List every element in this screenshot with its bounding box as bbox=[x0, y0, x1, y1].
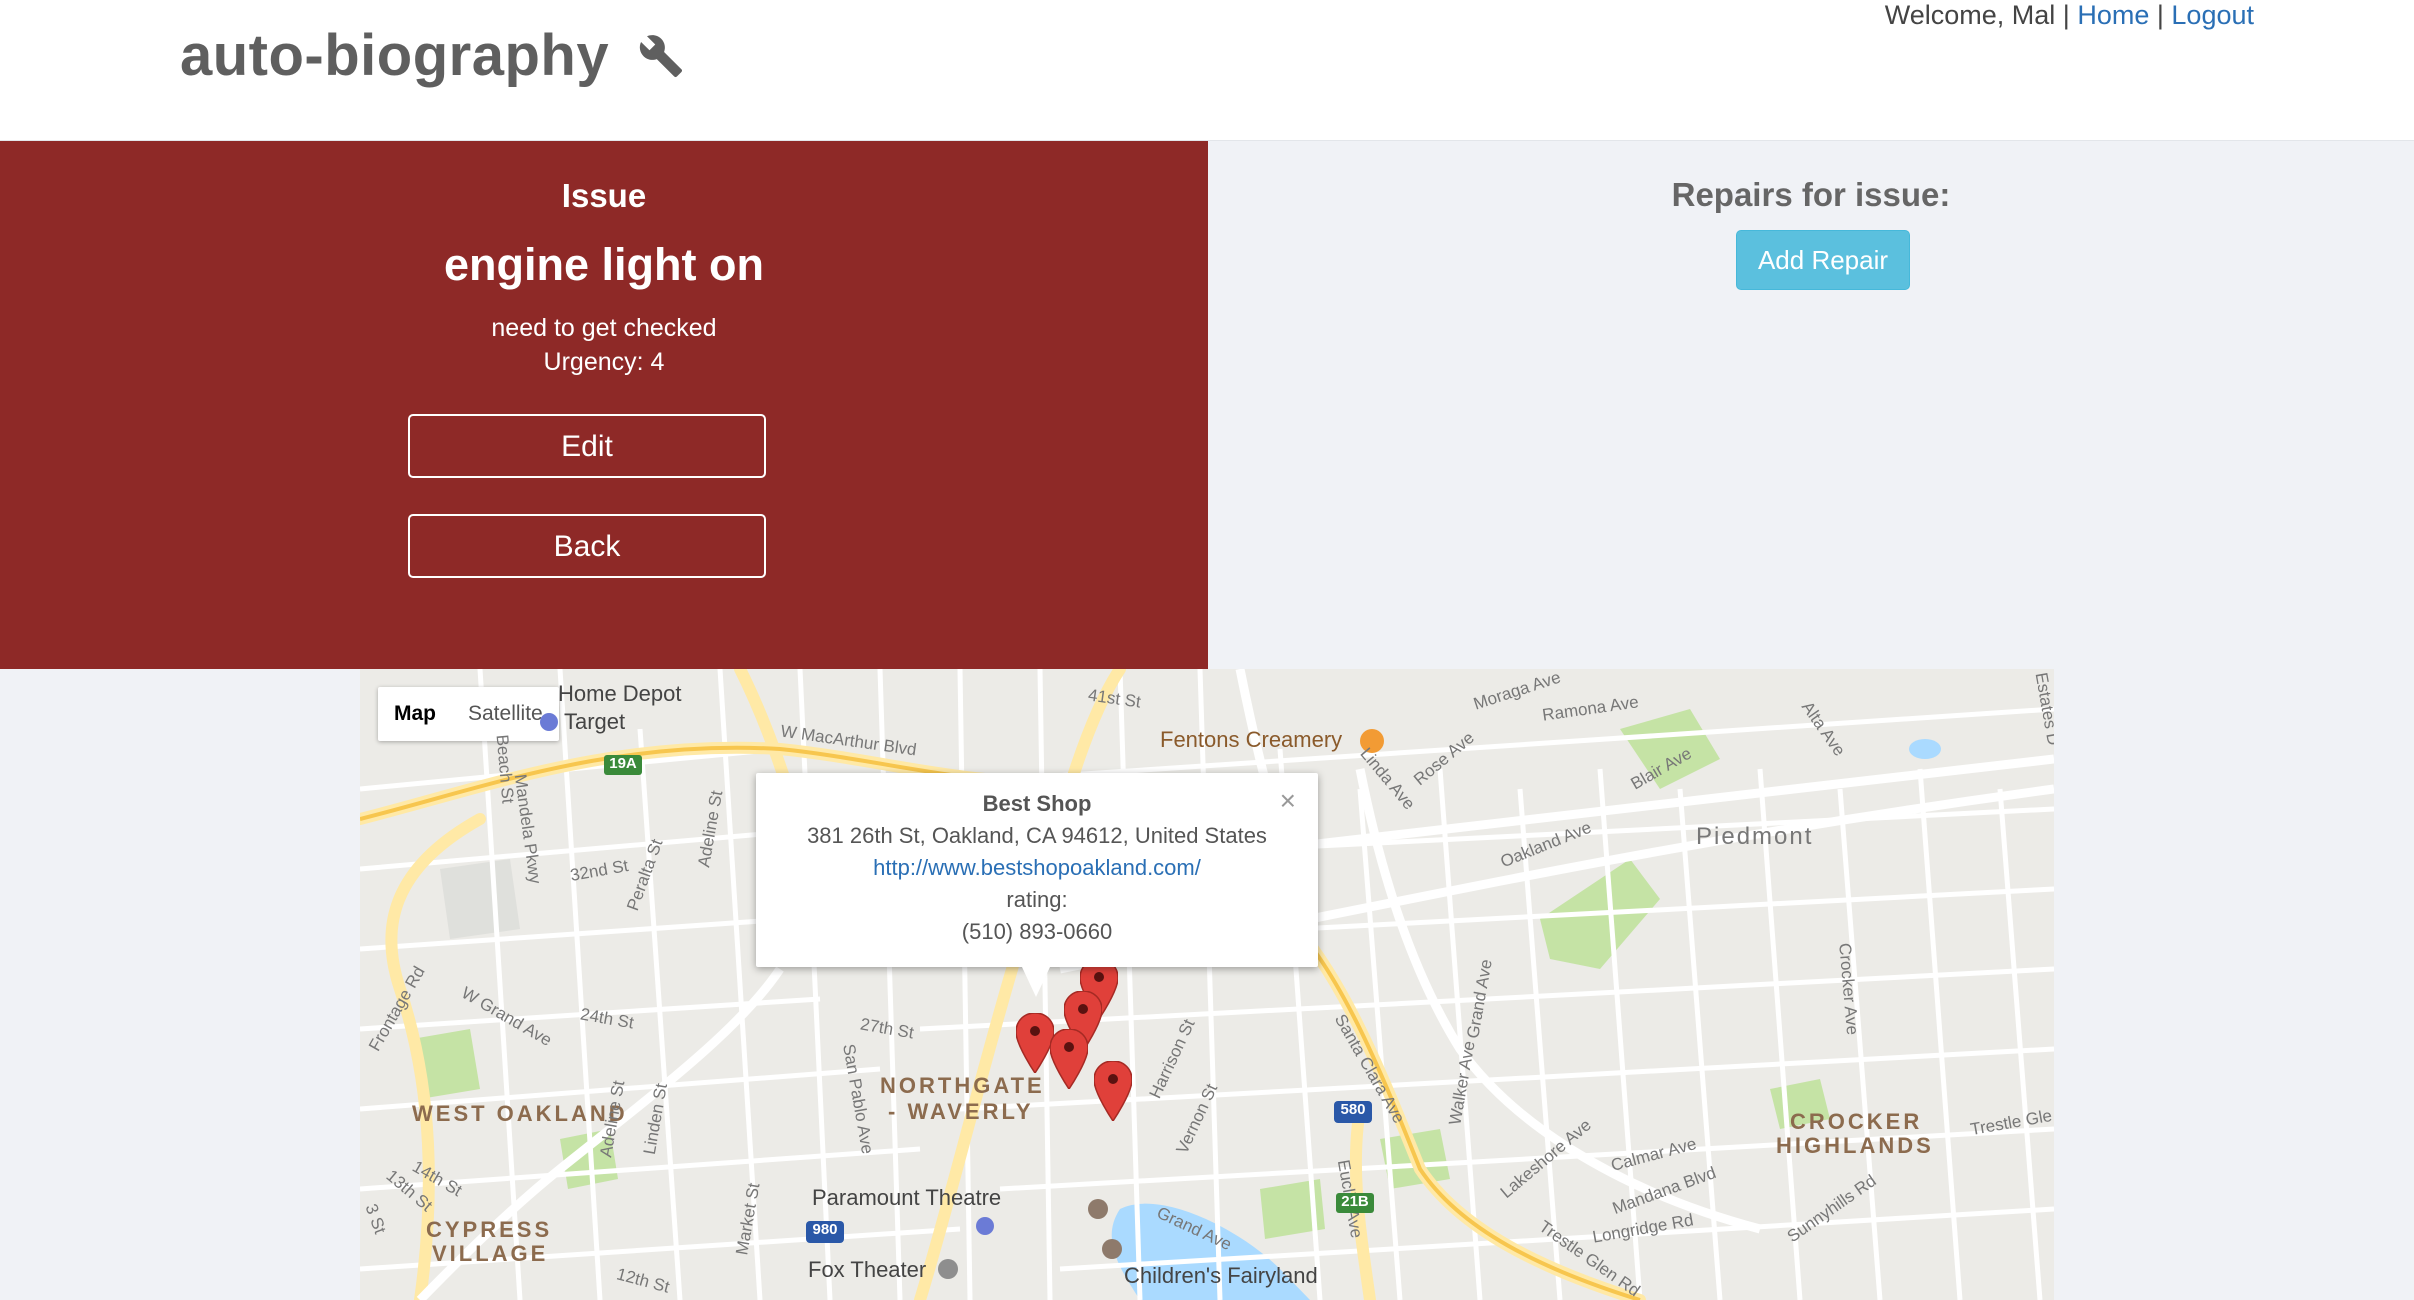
map-label: Fentons Creamery bbox=[1160, 727, 1343, 752]
info-window-pointer bbox=[1022, 967, 1050, 997]
back-button[interactable]: Back bbox=[408, 514, 766, 578]
edit-button[interactable]: Edit bbox=[408, 414, 766, 478]
nav-separator: | bbox=[2062, 0, 2070, 30]
map-label: Paramount Theatre bbox=[812, 1185, 1002, 1210]
shop-rating: rating: bbox=[1006, 887, 1068, 912]
map-type-map-button[interactable]: Map bbox=[378, 687, 452, 741]
map-marker[interactable] bbox=[1093, 1060, 1133, 1123]
map-area-label: HIGHLANDS bbox=[1776, 1133, 1934, 1158]
close-icon[interactable]: × bbox=[1280, 785, 1296, 817]
map-area-label: VILLAGE bbox=[432, 1241, 549, 1266]
issue-heading: Issue bbox=[561, 177, 647, 214]
map-area-label: - WAVERLY bbox=[888, 1099, 1034, 1124]
park-icon bbox=[1102, 1239, 1122, 1259]
map-label: Fox Theater bbox=[808, 1257, 927, 1282]
issue-panel: Issue engine light on need to get checke… bbox=[0, 141, 1208, 669]
map-area-label: Piedmont bbox=[1696, 823, 1814, 850]
welcome-text: Welcome, Mal bbox=[1884, 0, 2056, 30]
highway-shield-580: 580 bbox=[1334, 1101, 1372, 1123]
highway-shield-980: 980 bbox=[806, 1221, 844, 1243]
logout-link[interactable]: Logout bbox=[2171, 0, 2254, 30]
shop-website-link[interactable]: http://www.bestshopoakland.com/ bbox=[756, 855, 1318, 881]
repairs-heading: Repairs for issue: bbox=[1671, 176, 1951, 213]
brand-logo[interactable]: auto-biography bbox=[180, 22, 684, 93]
info-window: Best Shop 381 26th St, Oakland, CA 94612… bbox=[756, 773, 1318, 967]
issue-title: engine light on bbox=[444, 239, 764, 290]
map-area-label: WEST OAKLAND bbox=[412, 1101, 628, 1126]
nav-separator: | bbox=[2156, 0, 2164, 30]
map-label: Children's Fairyland bbox=[1124, 1263, 1318, 1288]
map-label: Target bbox=[564, 709, 626, 734]
map-marker[interactable] bbox=[1015, 1012, 1055, 1075]
store-icon bbox=[540, 713, 558, 731]
map-label: Home Depot bbox=[558, 681, 682, 706]
theater-icon bbox=[938, 1259, 958, 1279]
map-marker[interactable] bbox=[1049, 1028, 1089, 1091]
issue-description: need to get checked bbox=[491, 314, 717, 342]
map-type-control: Map Satellite bbox=[378, 687, 559, 741]
add-repair-button[interactable]: Add Repair bbox=[1736, 230, 1910, 290]
issue-urgency: Urgency: 4 bbox=[543, 348, 665, 376]
landmark-icon bbox=[1088, 1199, 1108, 1219]
shop-address: 381 26th St, Oakland, CA 94612, United S… bbox=[807, 823, 1267, 848]
home-link[interactable]: Home bbox=[2077, 0, 2149, 30]
map-area-label: CYPRESS bbox=[426, 1217, 553, 1242]
shop-phone: (510) 893-0660 bbox=[961, 919, 1113, 944]
wrench-icon bbox=[638, 26, 684, 93]
transit-icon bbox=[976, 1217, 994, 1235]
highway-shield-19a: 19A bbox=[604, 755, 642, 775]
highway-shield-21b: 21B bbox=[1336, 1193, 1374, 1213]
user-nav: Welcome, Mal | Home | Logout bbox=[1885, 0, 2254, 31]
map-area-label: CROCKER bbox=[1790, 1109, 1923, 1134]
map-area-label: NORTHGATE bbox=[880, 1073, 1045, 1098]
shop-name: Best Shop bbox=[982, 791, 1092, 816]
brand-name[interactable]: auto-biography bbox=[180, 23, 609, 88]
top-navbar: auto-biography Welcome, Mal | Home | Log… bbox=[0, 0, 2414, 141]
map[interactable]: Map Satellite Home Depot Target W MacArt… bbox=[360, 669, 2054, 1300]
